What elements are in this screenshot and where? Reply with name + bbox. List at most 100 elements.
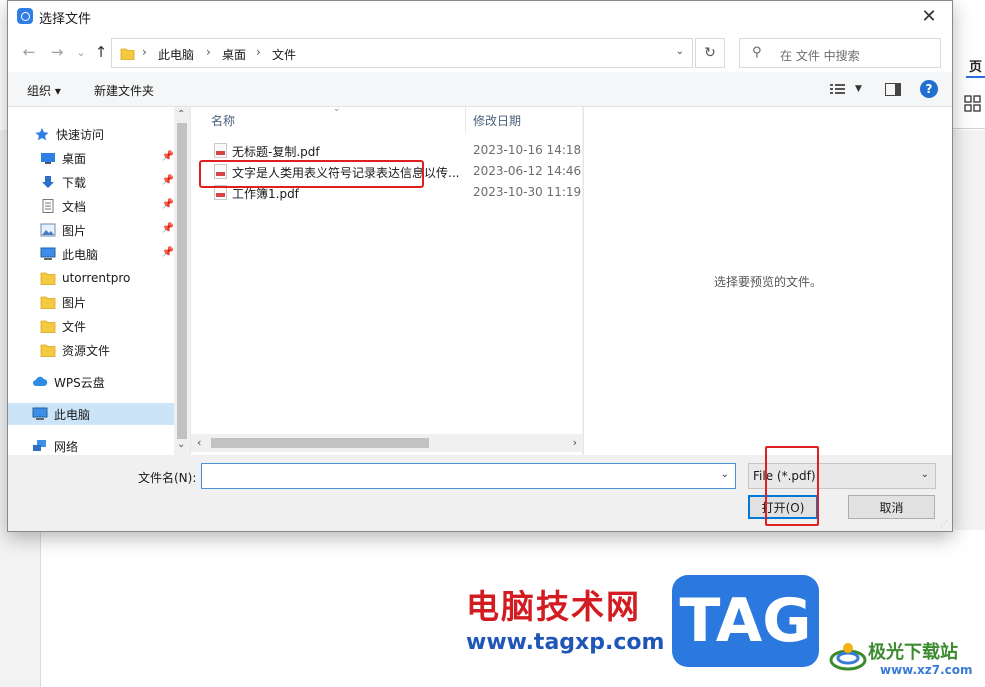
- highlight-box-open: [765, 446, 819, 526]
- title-bar: 选择文件 ✕: [8, 1, 952, 32]
- sidebar-item-documents[interactable]: 文档 📌: [8, 195, 174, 217]
- search-input[interactable]: ⚲ 在 文件 中搜索: [739, 38, 941, 68]
- grid-icon[interactable]: [964, 95, 982, 113]
- file-name: 无标题-复制.pdf: [232, 145, 320, 159]
- column-divider[interactable]: [465, 107, 466, 133]
- navigation-pane: 快速访问 桌面 📌 下载 📌 文档 📌 图片 📌 此电脑 📌 utorrentp…: [8, 107, 189, 455]
- highlight-box-file: [199, 160, 424, 188]
- sidebar-item-resources-folder[interactable]: 资源文件: [8, 339, 174, 361]
- sidebar-item-wps-cloud[interactable]: WPS云盘: [8, 371, 174, 393]
- column-header-date[interactable]: 修改日期: [473, 107, 521, 133]
- sidebar-item-label: 资源文件: [62, 343, 111, 358]
- brand-url: www.xz7.com: [880, 663, 973, 677]
- preview-pane-icon[interactable]: [885, 83, 901, 96]
- scrollbar-thumb[interactable]: [177, 123, 187, 439]
- filename-label: 文件名(N):: [138, 471, 197, 485]
- computer-icon: [32, 407, 48, 420]
- chevron-down-icon[interactable]: ⌄: [721, 469, 729, 480]
- sidebar-item-label: 此电脑: [62, 247, 99, 262]
- sidebar-item-quick-access[interactable]: 快速访问: [8, 123, 174, 145]
- close-button[interactable]: ✕: [906, 1, 952, 32]
- chevron-down-icon[interactable]: ⌄: [676, 46, 684, 57]
- scrollbar-thumb[interactable]: [211, 438, 429, 448]
- new-folder-button[interactable]: 新建文件夹: [94, 82, 154, 99]
- breadcrumb-item[interactable]: 此电脑: [158, 46, 194, 63]
- sidebar-item-utorrentpro[interactable]: utorrentpro: [8, 267, 174, 289]
- app-icon: [17, 8, 33, 24]
- scroll-left-icon[interactable]: ‹: [197, 436, 201, 449]
- forward-button[interactable]: →: [48, 43, 66, 61]
- tag-logo: TAG: [672, 575, 819, 667]
- folder-icon: [40, 344, 56, 357]
- filename-input[interactable]: ⌄: [201, 463, 736, 489]
- background-tab[interactable]: 页: [969, 56, 982, 75]
- scroll-up-icon[interactable]: ⌃: [177, 109, 185, 120]
- picture-icon: [40, 223, 56, 237]
- chevron-down-icon[interactable]: ▼: [855, 84, 862, 94]
- document-icon: [42, 199, 54, 213]
- sidebar-item-label: 快速访问: [56, 127, 105, 142]
- pdf-file-icon: [214, 143, 227, 158]
- resize-grip-icon[interactable]: ⋰: [940, 519, 950, 529]
- pin-icon: 📌: [161, 199, 174, 210]
- navigation-bar: ← → ⌄ ↑ › 此电脑 › 桌面 › 文件 ⌄ ↻ ⚲ 在 文件 中搜索: [8, 32, 952, 72]
- organize-menu[interactable]: 组织 ▾: [27, 82, 61, 99]
- scroll-right-icon[interactable]: ›: [573, 436, 577, 449]
- file-row[interactable]: 无标题-复制.pdf 2023-10-16 14:18: [191, 140, 583, 161]
- sidebar-item-pictures-folder[interactable]: 图片: [8, 291, 174, 313]
- view-options-icon[interactable]: [830, 83, 846, 95]
- sidebar-item-downloads[interactable]: 下载 📌: [8, 171, 174, 193]
- file-date: 2023-10-30 11:19: [473, 185, 582, 199]
- sidebar-item-files-folder[interactable]: 文件: [8, 315, 174, 337]
- brand-name: 极光下载站: [868, 642, 958, 663]
- chevron-right-icon[interactable]: ›: [206, 45, 211, 59]
- address-bar[interactable]: › 此电脑 › 桌面 › 文件 ⌄: [111, 38, 693, 68]
- cancel-button[interactable]: 取消: [848, 495, 935, 519]
- download-icon: [42, 176, 54, 188]
- scroll-down-icon[interactable]: ⌄: [177, 439, 185, 450]
- watermark-url: www.tagxp.com: [466, 630, 665, 655]
- sidebar-item-label: 文档: [62, 199, 87, 214]
- sidebar-item-desktop[interactable]: 桌面 📌: [8, 147, 174, 169]
- column-header-name[interactable]: 名称: [211, 107, 235, 133]
- search-icon: ⚲: [752, 45, 762, 60]
- computer-icon: [40, 247, 56, 260]
- folder-icon: [40, 272, 56, 285]
- sidebar-item-label: 桌面: [62, 151, 87, 166]
- sidebar-item-network[interactable]: 网络: [8, 435, 174, 457]
- file-date: 2023-06-12 14:46: [473, 164, 582, 178]
- chevron-right-icon[interactable]: ›: [142, 45, 147, 59]
- watermark-text: 电脑技术网: [466, 587, 641, 626]
- help-button[interactable]: ?: [920, 80, 938, 98]
- folder-icon: [40, 320, 56, 333]
- cloud-icon: [33, 376, 48, 386]
- pin-icon: 📌: [161, 151, 174, 162]
- preview-message: 选择要预览的文件。: [714, 275, 823, 289]
- sidebar-item-label: WPS云盘: [54, 375, 105, 390]
- sidebar-item-this-pc-pinned[interactable]: 此电脑 📌: [8, 243, 174, 265]
- back-button[interactable]: ←: [20, 43, 38, 61]
- pin-icon: 📌: [161, 247, 174, 258]
- chevron-down-icon[interactable]: ⌄: [921, 469, 929, 480]
- breadcrumb-item[interactable]: 文件: [272, 46, 296, 63]
- folder-icon: [40, 296, 56, 309]
- sidebar-item-this-pc[interactable]: 此电脑: [8, 403, 174, 425]
- horizontal-scrollbar[interactable]: ‹ ›: [191, 434, 583, 452]
- dialog-title: 选择文件: [39, 12, 92, 27]
- sidebar-item-label: utorrentpro: [62, 271, 131, 285]
- refresh-button[interactable]: ↻: [695, 38, 725, 68]
- sidebar-scrollbar[interactable]: ⌃ ⌄: [174, 107, 189, 455]
- chevron-right-icon[interactable]: ›: [256, 45, 261, 59]
- preview-pane: 选择要预览的文件。: [583, 107, 952, 455]
- sort-indicator-icon: ⌄: [333, 104, 341, 114]
- tab-underline: [966, 76, 985, 78]
- divider: [953, 128, 985, 129]
- search-placeholder: 在 文件 中搜索: [780, 49, 860, 63]
- recent-locations-button[interactable]: ⌄: [72, 43, 90, 61]
- sidebar-item-label: 网络: [54, 439, 79, 454]
- breadcrumb-item[interactable]: 桌面: [222, 46, 246, 63]
- up-button[interactable]: ↑: [92, 43, 110, 61]
- sidebar-item-pictures[interactable]: 图片 📌: [8, 219, 174, 241]
- star-icon: [35, 128, 49, 141]
- network-icon: [33, 440, 46, 451]
